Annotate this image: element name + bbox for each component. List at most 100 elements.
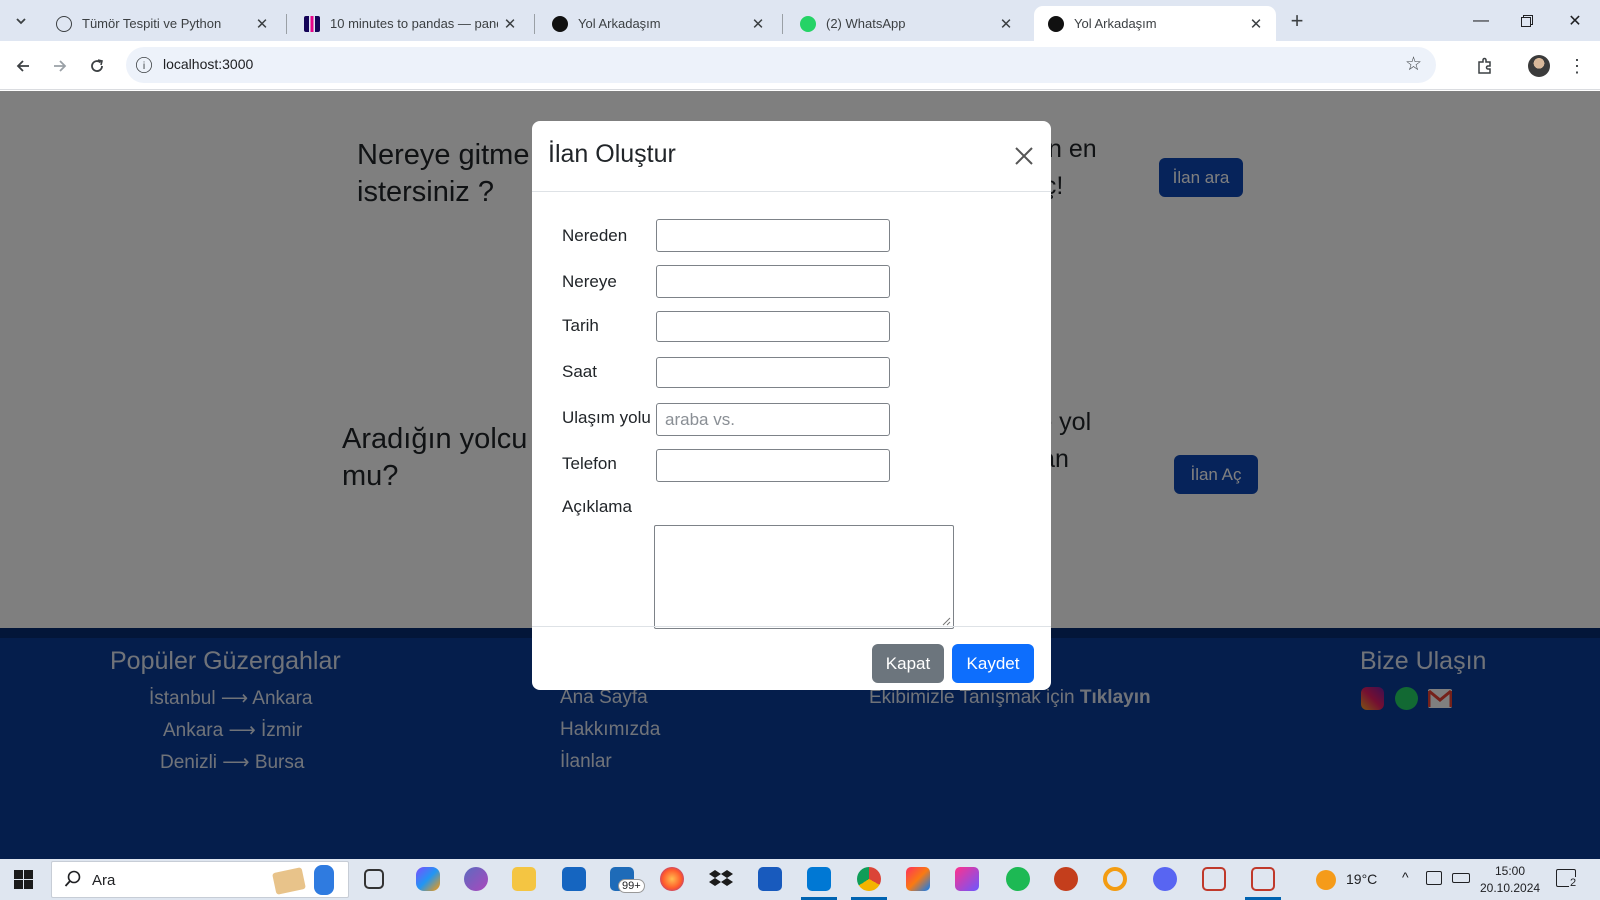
description-label: Açıklama	[562, 497, 632, 516]
new-tab-button[interactable]: +	[1284, 8, 1310, 34]
tab-3[interactable]: Yol Arkadaşım ✕	[538, 6, 778, 41]
modal-header: İlan Oluştur	[532, 121, 1051, 192]
word-icon[interactable]	[758, 867, 782, 891]
powerpoint-icon[interactable]	[1054, 867, 1078, 891]
profile-avatar[interactable]	[1524, 51, 1554, 81]
windows-logo-icon	[14, 870, 33, 889]
phone-input[interactable]	[656, 449, 890, 482]
close-window-button[interactable]: ✕	[1552, 0, 1598, 41]
tab-divider	[286, 14, 287, 34]
tray-expand-icon[interactable]: ^	[1402, 869, 1409, 885]
tab-search-button[interactable]	[8, 8, 34, 34]
to-input[interactable]	[656, 265, 890, 298]
close-icon[interactable]: ✕	[1244, 15, 1268, 33]
puzzle-icon	[1478, 57, 1491, 74]
store-icon[interactable]	[562, 867, 586, 891]
browser-tab-strip: Tümör Tespiti ve Python ✕ 10 minutes to …	[0, 0, 1600, 41]
clock[interactable]: 15:00 20.10.2024	[1480, 863, 1540, 897]
tab-title: (2) WhatsApp	[826, 16, 906, 31]
transport-input[interactable]	[656, 403, 890, 436]
page-content: Nereye gitme istersiniz ? çin en eç! İla…	[0, 91, 1600, 859]
modal-title: İlan Oluştur	[548, 140, 676, 168]
reload-icon	[91, 59, 103, 72]
windows-taskbar: Ara 99+ 19°C ^ 15:00 20.10.2024 2	[0, 859, 1600, 900]
back-button[interactable]	[8, 51, 38, 81]
battery-icon[interactable]	[1452, 873, 1470, 883]
tab-1[interactable]: Tümör Tespiti ve Python ✕	[42, 6, 282, 41]
modal-close-button[interactable]	[1009, 141, 1039, 171]
whatsapp-icon	[800, 15, 816, 32]
restore-button[interactable]	[1504, 0, 1550, 41]
openai-icon	[56, 15, 72, 32]
close-button[interactable]: Kapat	[872, 644, 944, 683]
mail-badge: 99+	[618, 879, 645, 893]
from-label: Nereden	[562, 226, 628, 245]
extensions-button[interactable]	[1470, 51, 1500, 81]
close-icon	[1015, 147, 1033, 165]
phone-label: Telefon	[562, 454, 617, 473]
browser-toolbar: i localhost:3000 ☆ ⋮	[0, 41, 1600, 90]
close-icon[interactable]: ✕	[250, 15, 274, 33]
close-icon[interactable]: ✕	[498, 15, 522, 33]
app-ring-icon[interactable]	[1103, 867, 1127, 891]
close-icon[interactable]: ✕	[994, 15, 1018, 33]
intellij-icon[interactable]	[906, 867, 930, 891]
task-view-icon[interactable]	[364, 869, 384, 889]
date-label: Tarih	[562, 316, 599, 335]
copilot-icon[interactable]	[416, 867, 440, 891]
minimize-button[interactable]: —	[1458, 0, 1504, 41]
dropbox-icon[interactable]	[709, 867, 733, 891]
save-button[interactable]: Kaydet	[952, 644, 1034, 683]
spotify-icon[interactable]	[1006, 867, 1030, 891]
tab-title: 10 minutes to pandas — panda	[330, 16, 498, 31]
tab-2[interactable]: 10 minutes to pandas — panda ✕	[290, 6, 530, 41]
weather-temperature[interactable]: 19°C	[1346, 871, 1377, 887]
discord-icon[interactable]	[1153, 867, 1177, 891]
app-icon-2[interactable]	[1251, 867, 1275, 891]
tab-divider	[782, 14, 783, 34]
search-label: Ara	[92, 872, 116, 889]
arrow-left-icon	[16, 60, 29, 72]
modal-footer: Kapat Kaydet	[532, 626, 1051, 690]
taskbar-search[interactable]: Ara	[51, 861, 349, 898]
search-icon	[64, 870, 81, 887]
meet-icon[interactable]	[1426, 871, 1442, 885]
address-bar[interactable]: i localhost:3000 ☆	[126, 47, 1436, 83]
browser-menu-button[interactable]: ⋮	[1562, 51, 1592, 81]
app-icon	[552, 15, 568, 32]
close-icon[interactable]: ✕	[746, 15, 770, 33]
time-label: Saat	[562, 362, 597, 381]
weather-icon[interactable]	[1316, 870, 1336, 890]
resize-handle-icon[interactable]	[942, 617, 951, 626]
time-input[interactable]	[656, 357, 890, 388]
chrome-icon[interactable]	[857, 867, 881, 891]
widgets-icon[interactable]	[464, 867, 488, 891]
transport-label: Ulaşım yolu	[562, 408, 651, 427]
tab-5-active[interactable]: Yol Arkadaşım ✕	[1034, 6, 1276, 41]
app-icon	[1048, 15, 1064, 32]
start-button[interactable]	[14, 870, 33, 894]
clock-time: 15:00	[1494, 864, 1526, 878]
arrow-right-icon	[54, 60, 67, 72]
firefox-icon[interactable]	[660, 867, 684, 891]
jetbrains-icon[interactable]	[955, 867, 979, 891]
date-input[interactable]	[656, 311, 890, 342]
tab-title: Tümör Tespiti ve Python	[82, 16, 222, 31]
site-info-icon[interactable]: i	[136, 57, 152, 73]
from-input[interactable]	[656, 219, 890, 252]
forward-button[interactable]	[45, 51, 75, 81]
vscode-icon[interactable]	[807, 867, 831, 891]
tab-title: Yol Arkadaşım	[578, 16, 661, 31]
to-label: Nereye	[562, 272, 617, 291]
app-icon-1[interactable]	[1202, 867, 1226, 891]
pandas-icon	[304, 15, 320, 32]
reload-button[interactable]	[82, 51, 112, 81]
notification-count: 2	[1569, 877, 1578, 889]
tab-4[interactable]: (2) WhatsApp ✕	[786, 6, 1026, 41]
create-listing-modal: İlan Oluştur Nereden Nereye Tarih Saat U…	[532, 121, 1051, 690]
bookmark-star-icon[interactable]: ☆	[1405, 53, 1422, 76]
description-textarea[interactable]	[654, 525, 954, 629]
file-explorer-icon[interactable]	[512, 867, 536, 891]
url-text: localhost:3000	[163, 56, 254, 72]
search-highlight-icon-2	[314, 865, 334, 895]
